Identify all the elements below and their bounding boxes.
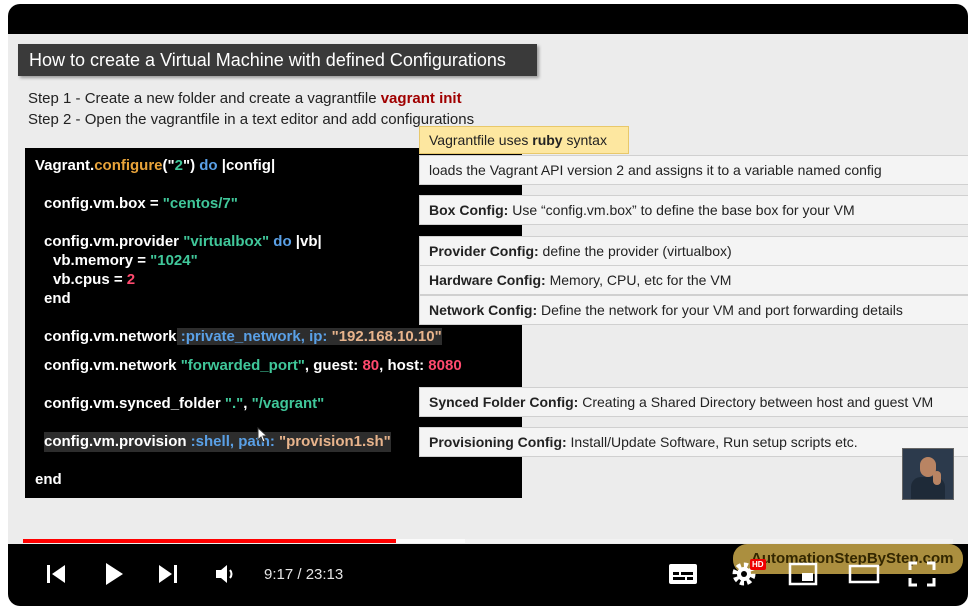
volume-icon[interactable] [214, 563, 238, 590]
code-line-configure: Vagrant.configure("2") do |config| [35, 157, 276, 174]
progress-played [23, 539, 396, 543]
step-1-text: Step 1 - Create a new folder and create … [28, 90, 381, 107]
slide: How to create a Virtual Machine with def… [8, 34, 968, 544]
provider-config-note: Provider Config: define the provider (vi… [419, 236, 968, 266]
api-note: loads the Vagrant API version 2 and assi… [419, 155, 968, 185]
code-line-private-network: config.vm.network :private_network, ip: … [44, 328, 442, 345]
video-player[interactable]: How to create a Virtual Machine with def… [8, 4, 968, 606]
miniplayer-icon[interactable] [788, 562, 818, 591]
time-display: 9:17 / 23:13 [264, 566, 344, 583]
code-line-provider: config.vm.provider "virtualbox" do |vb| [44, 233, 322, 250]
fullscreen-icon[interactable] [908, 561, 936, 592]
provisioning-config-note: Provisioning Config: Install/Update Soft… [419, 427, 968, 457]
theater-mode-icon[interactable] [848, 564, 880, 589]
hardware-config-note: Hardware Config: Memory, CPU, etc for th… [419, 265, 968, 295]
progress-bar[interactable] [23, 539, 953, 543]
skip-previous-icon[interactable] [44, 562, 68, 591]
subtitles-icon[interactable] [668, 562, 698, 591]
skip-next-icon[interactable] [156, 562, 180, 591]
mouse-cursor-icon [257, 426, 269, 448]
code-line-box: config.vm.box = "centos/7" [44, 195, 238, 212]
slide-title: How to create a Virtual Machine with def… [18, 44, 537, 76]
box-config-note: Box Config: Use “config.vm.box” to defin… [419, 195, 968, 225]
code-line-memory: vb.memory = "1024" [53, 252, 198, 269]
play-icon[interactable] [102, 561, 126, 592]
code-line-end-provider: end [44, 290, 71, 307]
network-config-note: Network Config: Define the network for y… [419, 295, 968, 325]
code-line-cpus: vb.cpus = 2 [53, 271, 136, 288]
step-1: Step 1 - Create a new folder and create … [28, 90, 462, 107]
code-line-end: end [35, 471, 62, 488]
ruby-syntax-note: Vagrantfile uses ruby syntax [419, 126, 629, 154]
presenter-webcam [902, 448, 954, 500]
code-line-provision: config.vm.provision :shell, path: "provi… [44, 432, 391, 452]
step-1-command: vagrant init [380, 90, 462, 107]
step-2: Step 2 - Open the vagrantfile in a text … [28, 111, 475, 128]
code-line-forwarded-port: config.vm.network "forwarded_port", gues… [44, 357, 462, 374]
synced-folder-config-note: Synced Folder Config: Creating a Shared … [419, 387, 968, 417]
hd-badge: HD [750, 559, 766, 570]
player-controls: AutomationStepByStep.com 9:17 / 23:13 HD [8, 544, 968, 606]
code-line-synced-folder: config.vm.synced_folder ".", "/vagrant" [44, 395, 325, 412]
